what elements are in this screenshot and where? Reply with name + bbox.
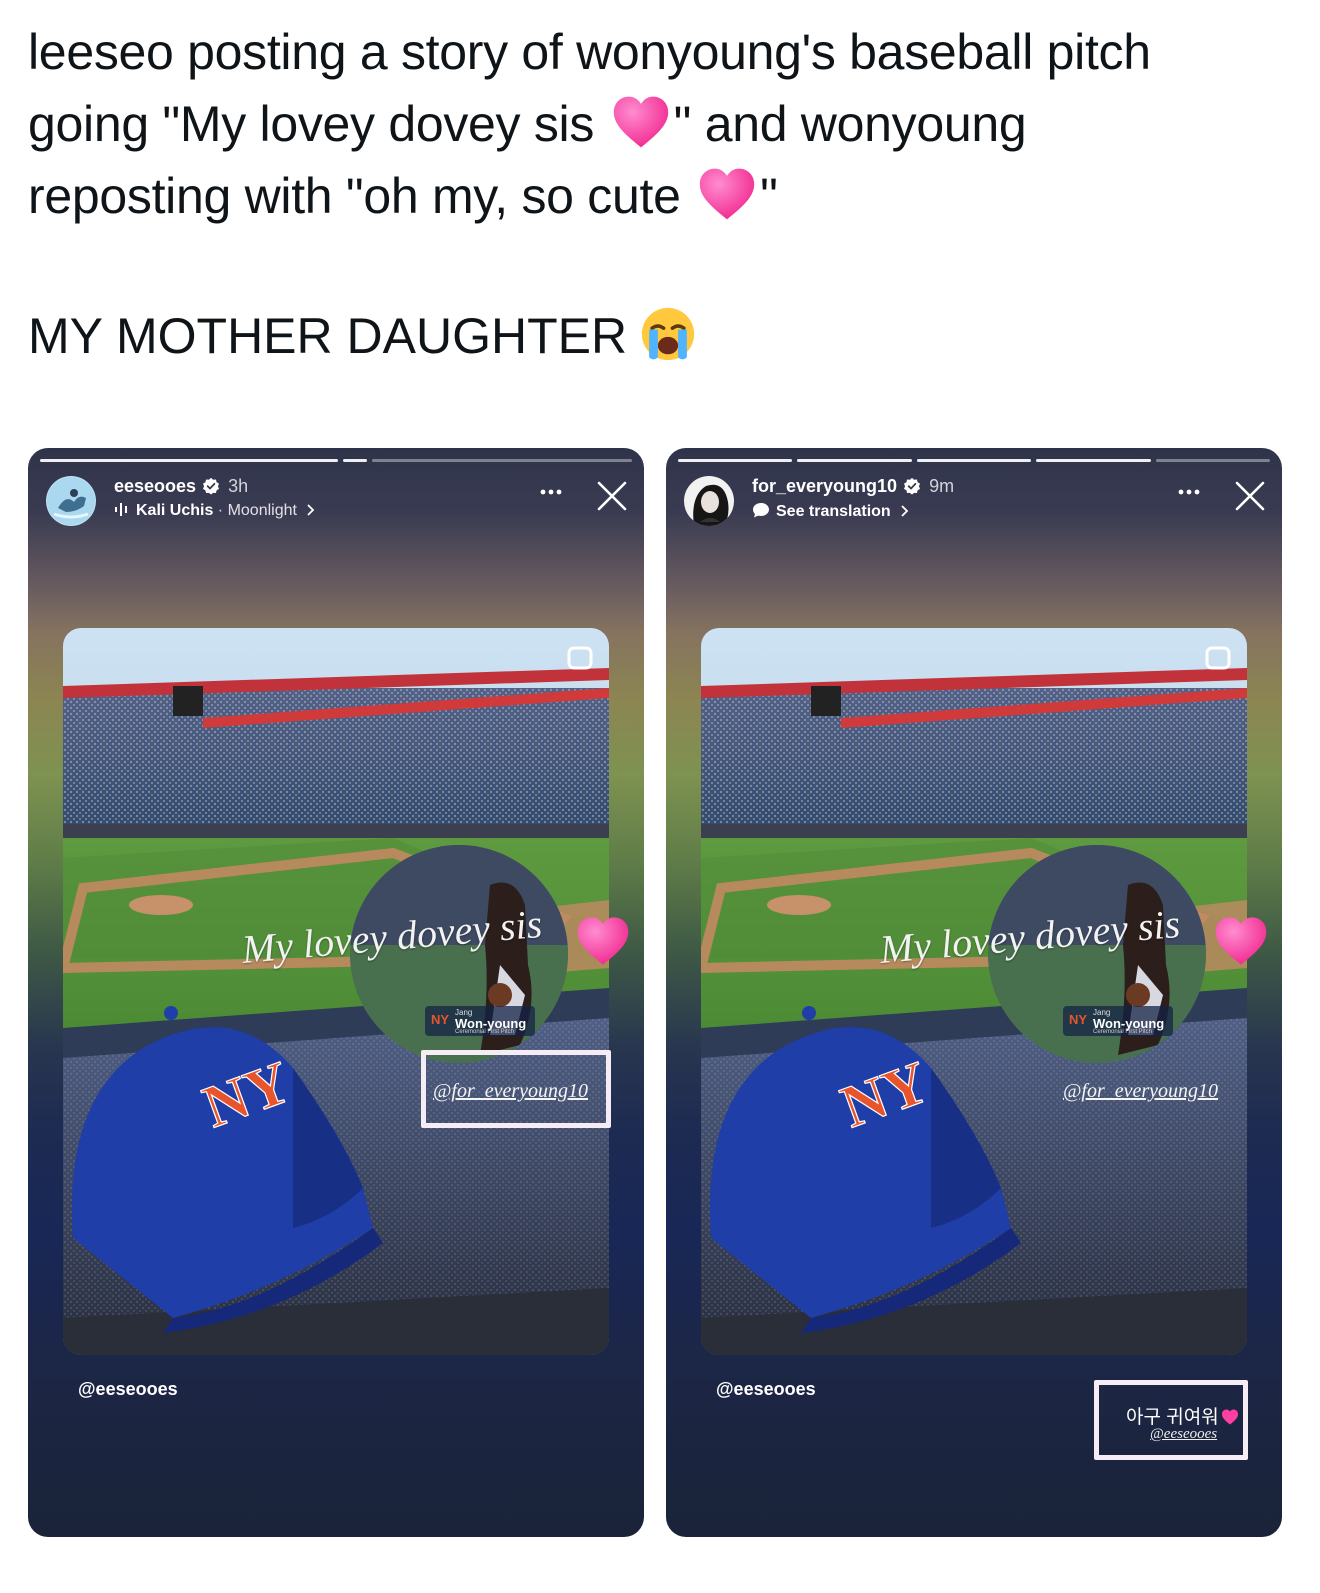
story-username[interactable]: eeseooes 3h [114, 476, 248, 497]
chevron-right-icon [901, 505, 909, 517]
progress-segment [343, 459, 367, 462]
avatar[interactable] [684, 476, 734, 526]
speech-bubble-icon [753, 503, 769, 518]
story-right[interactable]: for_everyoung10 9m See translation NY My… [666, 448, 1282, 1537]
tweet-line-3-end: " [760, 168, 778, 224]
music-info[interactable]: Kali Uchis · Moonlight [114, 502, 316, 520]
close-icon[interactable] [1232, 478, 1268, 514]
music-bars-icon [115, 503, 127, 516]
tweet-line-2-start: going "My lovey dovey sis [28, 96, 608, 152]
story-left[interactable]: eeseooes 3h Kali Uchis · Moonlight NY My… [28, 448, 644, 1537]
mets-logo-icon: NY [431, 1012, 450, 1027]
pink-heart-icon [613, 96, 668, 148]
tweet-line-2: going "My lovey dovey sis " and wonyoung [28, 88, 1298, 160]
photo-credit[interactable]: @eeseooes [716, 1379, 816, 1400]
tweet-text: leeseo posting a story of wonyoung's bas… [28, 16, 1298, 232]
chevron-right-icon [307, 504, 315, 516]
pink-heart-sticker-icon [577, 917, 629, 965]
pitch-caption: NY Jang Won-young Ceremonial First Pitch [1063, 1006, 1173, 1036]
see-translation[interactable]: See translation [752, 502, 910, 521]
post-time: 9m [929, 476, 955, 496]
progress-segment [1036, 459, 1151, 462]
mention-link[interactable]: @for_everyoung10 [1063, 1080, 1218, 1103]
highlight-box [421, 1050, 611, 1128]
highlight-box [1094, 1380, 1248, 1460]
progress-segment [797, 459, 912, 462]
tweet-line-2-end: " and wonyoung [673, 96, 1027, 152]
username-text: eeseooes [114, 476, 197, 496]
avatar-image [684, 476, 734, 526]
username-text: for_everyoung10 [752, 476, 898, 496]
progress-segment [678, 459, 793, 462]
verified-badge-icon [203, 477, 220, 495]
more-options-icon[interactable] [533, 482, 569, 502]
avatar-image [46, 476, 96, 526]
pink-heart-icon [699, 168, 755, 220]
progress-segment [1155, 459, 1271, 462]
photo-credit[interactable]: @eeseooes [78, 1379, 178, 1400]
verified-badge-icon [904, 477, 921, 495]
more-options-icon[interactable] [1171, 482, 1207, 502]
mets-logo-icon: NY [1069, 1012, 1088, 1027]
loudly-crying-face-icon [642, 307, 695, 361]
pitch-caption: NY Jang Won-young Ceremonial First Pitch [425, 1006, 535, 1036]
close-icon[interactable] [594, 478, 630, 514]
music-song: Moonlight [227, 502, 297, 519]
story-progress-bar [678, 459, 1271, 462]
avatar[interactable] [46, 476, 96, 526]
progress-segment [916, 459, 1032, 462]
post-time: 3h [228, 476, 249, 496]
see-translation-text: See translation [776, 503, 891, 520]
story-progress-bar [40, 459, 632, 462]
pink-heart-sticker-icon [1215, 917, 1267, 965]
music-artist: Kali Uchis [136, 502, 214, 519]
tweet-tagline: MY MOTHER DAUGHTER [28, 300, 697, 372]
progress-segment [40, 459, 338, 462]
music-separator: · [213, 502, 228, 519]
tweet-line-1: leeseo posting a story of wonyoung's bas… [28, 24, 1151, 80]
tagline-text: MY MOTHER DAUGHTER [28, 308, 628, 364]
story-username[interactable]: for_everyoung10 9m [752, 476, 954, 497]
progress-segment [372, 459, 632, 462]
caption-subtitle: Ceremonial First Pitch [455, 1029, 515, 1035]
caption-subtitle: Ceremonial First Pitch [1093, 1029, 1153, 1035]
tweet-line-3-start: reposting with "oh my, so cute [28, 168, 695, 224]
tweet-line-3: reposting with "oh my, so cute " [28, 160, 1298, 232]
